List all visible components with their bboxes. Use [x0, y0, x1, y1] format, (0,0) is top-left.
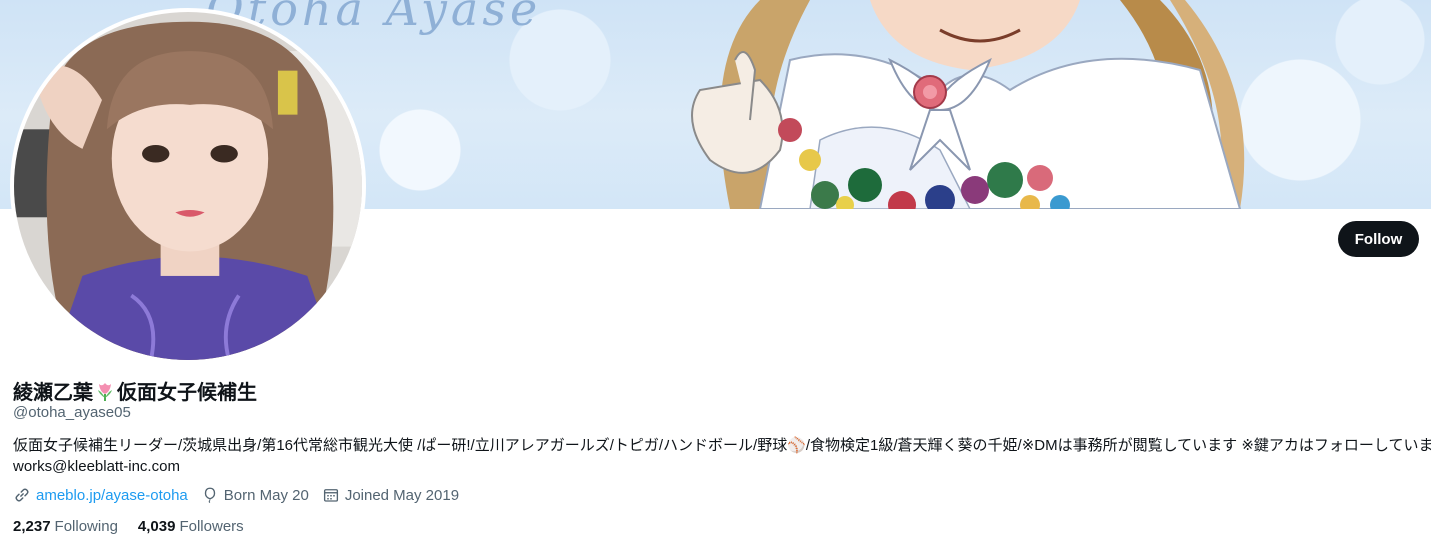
- birthday-text: Born May 20: [223, 486, 309, 504]
- display-name: 綾瀬乙葉 仮面女子候補生: [13, 376, 257, 405]
- following-count: 2,237: [13, 518, 51, 535]
- display-name-part2: 仮面女子候補生: [117, 382, 257, 404]
- profile-meta: ameblo.jp/ayase-otoha Born May 20 Joined…: [13, 486, 472, 504]
- profile-joined: Joined May 2019: [322, 486, 459, 504]
- follow-button[interactable]: Follow: [1338, 221, 1419, 257]
- joined-text: Joined May 2019: [344, 486, 460, 504]
- website-link[interactable]: ameblo.jp/ayase-otoha: [36, 487, 188, 504]
- profile-website[interactable]: ameblo.jp/ayase-otoha: [13, 486, 188, 504]
- followers-link[interactable]: 4,039 Followers: [138, 518, 244, 535]
- following-link[interactable]: 2,237 Following: [13, 518, 118, 535]
- balloon-icon: [204, 487, 215, 504]
- bio-line-2: works@kleeblatt-inc.com: [13, 458, 180, 475]
- avatar-photo: [14, 12, 362, 360]
- display-name-part1: 綾瀬乙葉: [13, 382, 93, 404]
- profile-birthday: Born May 20: [201, 486, 309, 504]
- following-label: Following: [54, 518, 118, 535]
- banner-illustration: [691, 0, 1245, 209]
- tulip-icon: [98, 382, 112, 401]
- avatar[interactable]: [10, 8, 366, 364]
- calendar-icon: [323, 489, 338, 502]
- profile-page: Otoha Ayase Follow 綾瀬乙葉 仮面女子候補生 @otoha_a…: [0, 0, 1431, 551]
- followers-label: Followers: [179, 518, 244, 535]
- profile-bio: 仮面女子候補生リーダー/茨城県出身/第16代常総市観光大使 /ぱー研!/立川アレ…: [13, 435, 1431, 477]
- user-handle: @otoha_ayase05: [13, 404, 131, 421]
- followers-count: 4,039: [137, 518, 176, 535]
- bio-line-1: 仮面女子候補生リーダー/茨城県出身/第16代常総市観光大使 /ぱー研!/立川アレ…: [13, 437, 1431, 454]
- profile-counts: 2,237 Following 4,039 Followers: [13, 518, 264, 535]
- link-icon: [15, 488, 29, 502]
